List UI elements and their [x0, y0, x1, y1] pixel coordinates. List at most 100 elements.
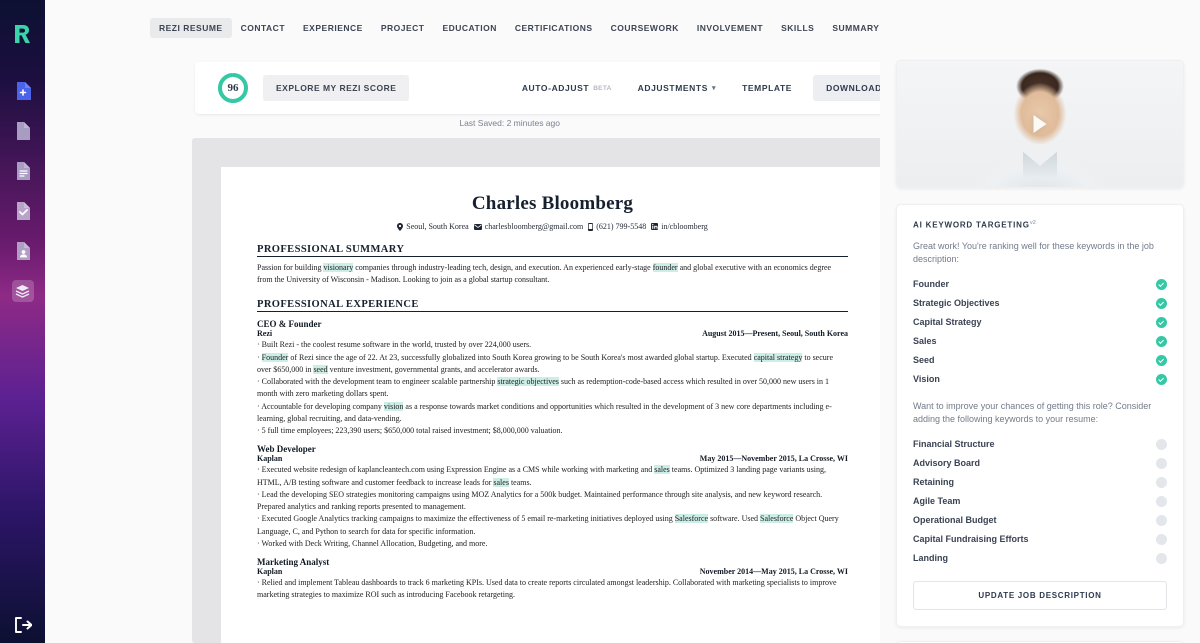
experience-entry[interactable]: CEO & Founder Rezi August 2015—Present, Se…	[257, 319, 848, 437]
tab-education[interactable]: EDUCATION	[433, 18, 505, 38]
keyword-label: Capital Strategy	[913, 317, 982, 328]
tab-project[interactable]: PROJECT	[372, 18, 434, 38]
resume-icon[interactable]	[12, 160, 34, 182]
contact-linkedin-text: in/cbloomberg	[661, 222, 708, 231]
resume-preview-container: Charles Bloomberg Seoul, South Korea cha…	[192, 138, 880, 643]
tab-experience[interactable]: EXPERIENCE	[294, 18, 372, 38]
contact-location-text: Seoul, South Korea	[406, 222, 469, 231]
job-bullet: · Worked with Deck Writing, Channel Allo…	[257, 538, 848, 550]
job-company: Rezi	[257, 329, 273, 339]
empty-circle-icon	[1156, 533, 1167, 545]
job-dates-location: August 2015—Present, Seoul, South Korea	[702, 329, 848, 339]
keyword-label: Financial Structure	[913, 439, 995, 450]
app-root: REZI RESUME CONTACT EXPERIENCE PROJECT EDUCA…	[0, 0, 1200, 643]
contact-email: charlesbloomberg@gmail.com	[473, 222, 583, 231]
keyword-matched-intro: Great work! You're ranking well for thes…	[913, 240, 1154, 264]
tab-skills[interactable]: SKILLS	[772, 18, 823, 38]
text-run: · Collaborated with the development team…	[257, 377, 498, 387]
job-bullet: · Executed website redesign of kaplancle…	[257, 464, 848, 488]
text-run: · Lead the developing SEO strategies mon…	[257, 489, 823, 512]
keyword-label: Strategic Objectives	[913, 298, 1000, 309]
last-saved-status: Last Saved: 2 minutes ago	[459, 118, 560, 128]
rezi-score-ring[interactable]: 96	[217, 72, 249, 104]
text-run: · Executed Google Analytics tracking cam…	[257, 514, 675, 524]
map-pin-icon	[397, 222, 404, 231]
template-button[interactable]: TEMPLATE	[729, 75, 805, 101]
job-bullet: · Collaborated with the development team…	[257, 376, 848, 400]
new-document-icon[interactable]	[12, 80, 34, 102]
layers-icon[interactable]	[11, 280, 34, 302]
empty-circle-icon	[1156, 438, 1167, 450]
main-area: REZI RESUME CONTACT EXPERIENCE PROJECT EDUCA…	[45, 0, 880, 643]
highlighted-keyword: seed	[313, 364, 328, 374]
section-tab-bar: REZI RESUME CONTACT EXPERIENCE PROJECT EDUCA…	[45, 0, 880, 56]
checked-document-icon[interactable]	[12, 200, 34, 222]
auto-adjust-label: AUTO-ADJUST	[521, 83, 590, 93]
matched-keyword-row[interactable]: Sales	[913, 332, 1167, 351]
matched-keyword-row[interactable]: Strategic Objectives	[913, 294, 1167, 313]
tab-contact[interactable]: CONTACT	[232, 18, 294, 38]
tab-summary[interactable]: SUMMARY	[823, 18, 880, 38]
contact-phone-text: (621) 799-5548	[596, 222, 647, 231]
experience-entries: CEO & Founder Rezi August 2015—Present, Se…	[257, 319, 848, 601]
intro-video-thumbnail[interactable]	[896, 60, 1184, 188]
empty-circle-icon	[1156, 514, 1167, 526]
keyword-label: Founder	[913, 279, 949, 290]
rezi-score-value: 96	[227, 82, 239, 94]
missing-keyword-row[interactable]: Retaining	[913, 473, 1167, 492]
resume-page[interactable]: Charles Bloomberg Seoul, South Korea cha…	[221, 167, 880, 643]
text-run: · Built Rezi - the coolest resume softwa…	[257, 340, 532, 350]
contact-phone: (621) 799-5548	[588, 222, 646, 231]
document-icon[interactable]	[12, 120, 34, 142]
empty-circle-icon	[1156, 476, 1167, 488]
highlighted-keyword: Salesforce	[760, 514, 794, 524]
tab-certifications[interactable]: CERTIFICATIONS	[506, 18, 602, 38]
missing-keyword-row[interactable]: Capital Fundraising Efforts	[913, 530, 1167, 549]
matched-keyword-row[interactable]: Vision	[913, 370, 1167, 389]
keyword-missing-intro: Want to improve your chances of getting …	[913, 400, 1152, 424]
missing-keyword-row[interactable]: Advisory Board	[913, 454, 1167, 473]
tab-coursework[interactable]: COURSEWORK	[602, 18, 688, 38]
empty-circle-icon	[1156, 552, 1167, 564]
missing-keyword-row[interactable]: Financial Structure	[913, 435, 1167, 454]
missing-keyword-row[interactable]: Landing	[913, 549, 1167, 568]
profile-document-icon[interactable]	[12, 240, 34, 262]
matched-keyword-row[interactable]: Founder	[913, 275, 1167, 294]
download-dropdown[interactable]: DOWNLOAD ▾	[813, 75, 880, 101]
play-icon[interactable]	[1033, 115, 1047, 133]
text-run: · Worked with Deck Writing, Channel Allo…	[257, 538, 488, 548]
logout-icon[interactable]	[0, 617, 45, 633]
keyword-label: Vision	[913, 374, 940, 385]
auto-adjust-button[interactable]: AUTO-ADJUST BETA	[509, 75, 625, 101]
update-job-description-button[interactable]: UPDATE JOB DESCRIPTION	[913, 580, 1167, 610]
tab-involvement[interactable]: INVOLVEMENT	[688, 18, 772, 38]
keyword-card-title: AI KEYWORD TARGETING	[913, 220, 1030, 230]
text-run: venture investment, governmental grants,…	[327, 364, 540, 374]
job-bullet: · Executed Google Analytics tracking cam…	[257, 513, 848, 537]
phone-icon	[588, 222, 594, 231]
matched-keyword-list: Founder Strategic Objectives Capital Strat…	[913, 275, 1167, 389]
check-circle-icon	[1156, 278, 1167, 290]
text-run: · Relied and implement Tableau dashboard…	[257, 577, 837, 600]
check-circle-icon	[1156, 335, 1167, 347]
text-run: of Rezi since the age of 22. At 23, succ…	[288, 352, 754, 362]
missing-keyword-row[interactable]: Agile Team	[913, 492, 1167, 511]
job-title: CEO & Founder	[257, 319, 322, 330]
explore-rezi-score-button[interactable]: EXPLORE MY REZI SCORE	[263, 75, 410, 101]
text-run: ·	[257, 352, 262, 362]
highlighted-keyword: capital strategy	[753, 352, 803, 362]
keyword-card-heading: AI KEYWORD TARGETINGv2	[913, 220, 1167, 230]
tab-rezi-resume[interactable]: REZI RESUME	[150, 18, 232, 38]
beta-badge: BETA	[593, 84, 612, 92]
experience-entry[interactable]: Marketing Analyst Kaplan November 2014—May…	[257, 557, 848, 601]
matched-keyword-row[interactable]: Seed	[913, 351, 1167, 370]
keyword-label: Advisory Board	[913, 458, 981, 469]
left-nav-rail	[0, 0, 45, 643]
keyword-label: Retaining	[913, 477, 955, 488]
matched-keyword-row[interactable]: Capital Strategy	[913, 313, 1167, 332]
highlighted-keyword: founder	[652, 263, 678, 272]
experience-entry[interactable]: Web Developer Kaplan May 2015—November 201…	[257, 444, 848, 550]
missing-keyword-row[interactable]: Operational Budget	[913, 511, 1167, 530]
rezi-logo-icon[interactable]	[11, 22, 35, 51]
adjustments-dropdown[interactable]: ADJUSTMENTS ▾	[625, 75, 729, 101]
